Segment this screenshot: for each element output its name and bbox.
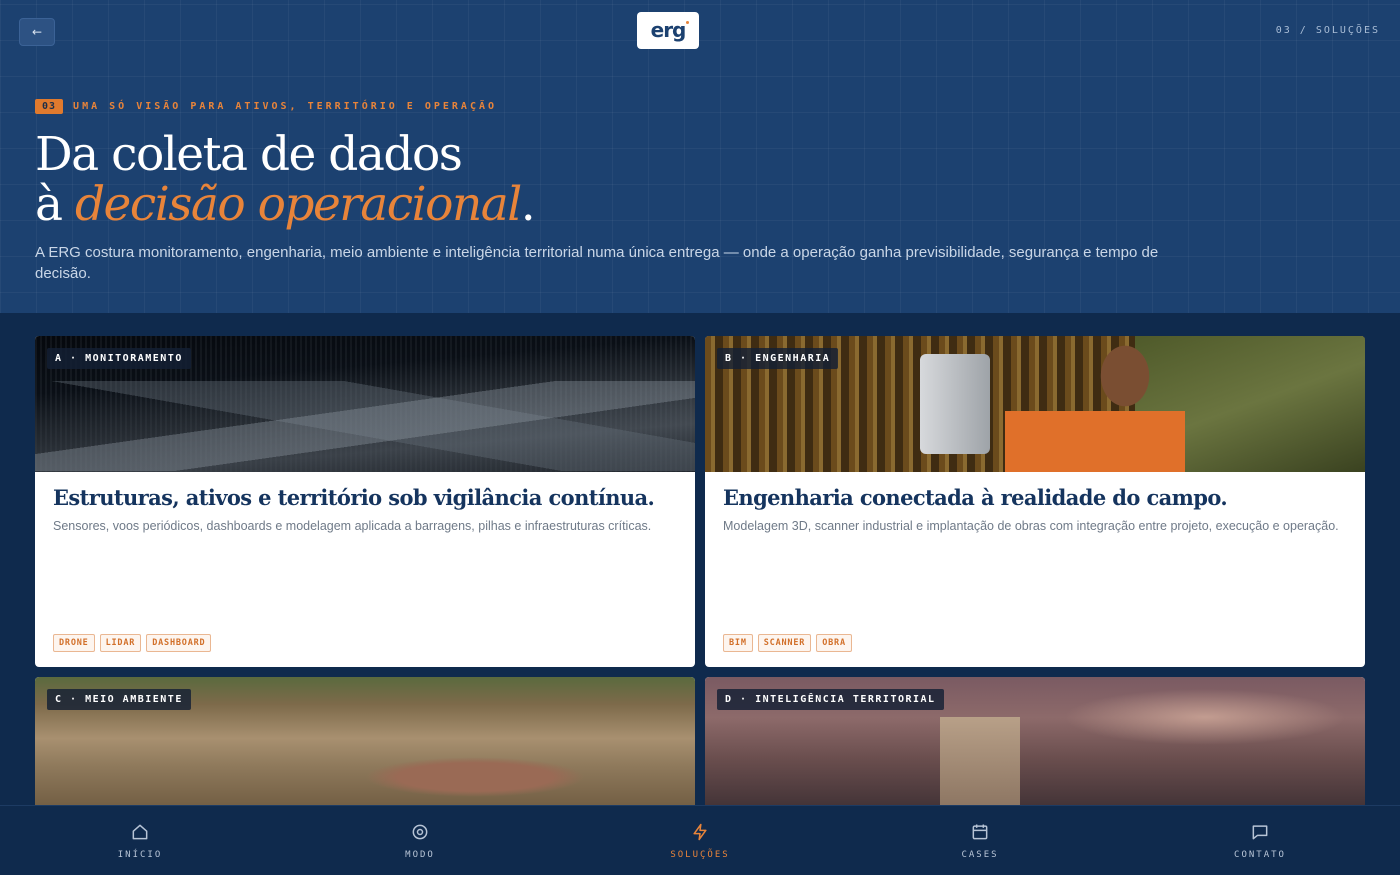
bottom-navigation: INÍCIO MODO SOLUÇÕES CASES CONTATO	[0, 805, 1400, 875]
nav-label: CONTATO	[1234, 849, 1286, 860]
card-description: Sensores, voos periódicos, dashboards e …	[53, 519, 652, 533]
top-bar: ← erg 03 / SOLUÇÕES	[0, 0, 1400, 62]
solution-card-inteligencia-territorial[interactable]: D · INTELIGÊNCIA TERRITORIAL	[705, 677, 1365, 813]
calendar-icon	[972, 824, 988, 839]
page-title: Da coleta de dados à decisão operacional…	[35, 127, 536, 232]
solution-card-engenharia[interactable]: B · ENGENHARIA Engenharia conectada à re…	[705, 336, 1365, 667]
target-icon	[412, 824, 428, 839]
headline-suffix: .	[520, 177, 536, 232]
hero-section: ← erg 03 / SOLUÇÕES 03 UMA SÓ VISÃO PARA…	[0, 0, 1400, 313]
headline-accent: decisão operacional	[74, 177, 522, 232]
tag: DASHBOARD	[146, 634, 212, 652]
nav-label: CASES	[961, 849, 999, 860]
headline-line-1: Da coleta de dados	[35, 127, 463, 182]
chat-icon	[1252, 824, 1268, 839]
card-label: B · ENGENHARIA	[717, 348, 839, 369]
card-label: A · MONITORAMENTO	[47, 348, 191, 369]
card-label: C · MEIO AMBIENTE	[47, 689, 191, 710]
card-title: Estruturas, ativos e território sob vigi…	[53, 485, 655, 510]
bolt-icon	[693, 823, 707, 840]
solution-card-meio-ambiente[interactable]: C · MEIO AMBIENTE	[35, 677, 695, 813]
nav-item-inicio[interactable]: INÍCIO	[0, 806, 280, 875]
eyebrow: 03 UMA SÓ VISÃO PARA ATIVOS, TERRITÓRIO …	[35, 99, 497, 114]
headline-prefix: à	[35, 177, 75, 232]
section-indicator: 03 / SOLUÇÕES	[1275, 25, 1380, 36]
intro-paragraph: A ERG costura monitoramento, engenharia,…	[35, 244, 1159, 282]
image-engineer	[1005, 336, 1185, 472]
image-church	[940, 717, 1020, 813]
nav-item-contato[interactable]: CONTATO	[1120, 806, 1400, 875]
card-tags: DRONE LIDAR DASHBOARD	[53, 634, 212, 652]
home-icon	[132, 824, 148, 839]
logo-dot	[686, 21, 689, 24]
card-tags: BIM SCANNER OBRA	[723, 634, 852, 652]
image-scanner	[920, 354, 990, 454]
nav-label: MODO	[405, 849, 435, 860]
solutions-grid: A · MONITORAMENTO Estruturas, ativos e t…	[35, 336, 1365, 813]
back-button[interactable]: ←	[19, 18, 55, 46]
eyebrow-number: 03	[35, 99, 64, 114]
tag: SCANNER	[757, 634, 812, 652]
solution-card-monitoramento[interactable]: A · MONITORAMENTO Estruturas, ativos e t…	[35, 336, 695, 667]
eyebrow-text: UMA SÓ VISÃO PARA ATIVOS, TERRITÓRIO E O…	[73, 101, 498, 112]
erg-logo[interactable]: erg	[637, 12, 699, 49]
card-title: Engenharia conectada à realidade do camp…	[723, 485, 1228, 510]
logo-text: erg	[650, 17, 687, 42]
nav-item-modo[interactable]: MODO	[280, 806, 560, 875]
nav-item-cases[interactable]: CASES	[840, 806, 1120, 875]
tag: DRONE	[53, 634, 95, 652]
tag: LIDAR	[99, 634, 142, 652]
tag: BIM	[723, 634, 753, 652]
nav-item-solucoes[interactable]: SOLUÇÕES	[560, 806, 840, 875]
card-description: Modelagem 3D, scanner industrial e impla…	[723, 519, 1339, 533]
card-label: D · INTELIGÊNCIA TERRITORIAL	[717, 689, 944, 710]
nav-label: INÍCIO	[117, 849, 163, 860]
tag: OBRA	[816, 634, 852, 652]
nav-label: SOLUÇÕES	[670, 849, 730, 860]
